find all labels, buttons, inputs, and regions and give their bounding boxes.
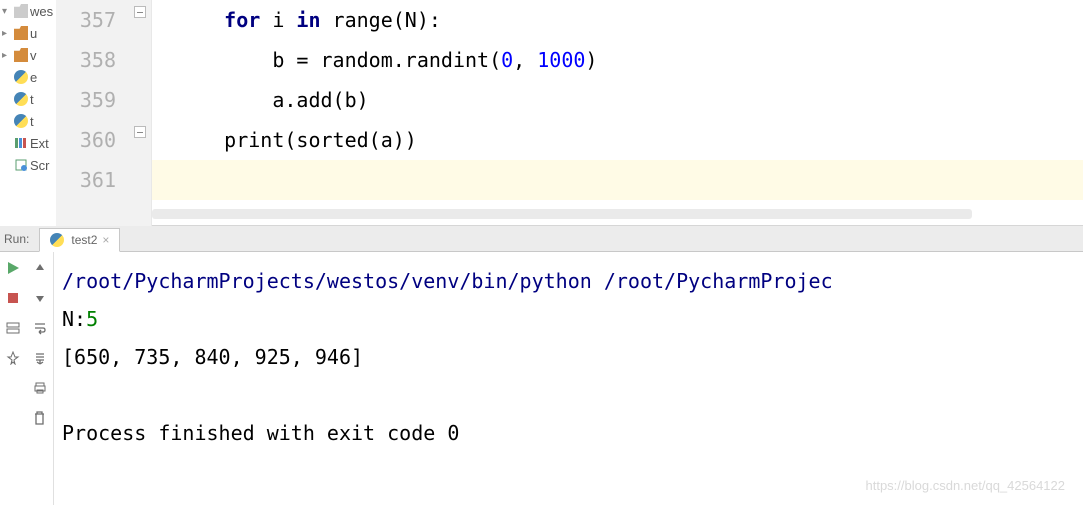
line-gutter: 357358359360361: [56, 0, 130, 226]
console-line: N:5: [62, 300, 1083, 338]
project-tree-item[interactable]: ▸u: [0, 22, 56, 44]
project-tree-item[interactable]: ▾ wes: [0, 0, 56, 22]
line-number: 359: [56, 80, 116, 120]
layout-button[interactable]: [3, 318, 23, 338]
line-number: 357: [56, 0, 116, 40]
code-line[interactable]: for i in range(N):: [152, 0, 1083, 40]
fold-marker-icon[interactable]: [134, 6, 146, 18]
python-file-icon: [14, 92, 28, 106]
tree-item-label: u: [30, 26, 37, 41]
scratches-icon: [14, 158, 28, 172]
libraries-icon: [14, 136, 28, 150]
python-file-icon: [14, 70, 28, 84]
horizontal-scrollbar[interactable]: [152, 209, 972, 219]
line-number: 361: [56, 160, 116, 200]
run-tab[interactable]: test2 ×: [39, 228, 120, 252]
down-button[interactable]: [30, 288, 50, 308]
fold-marker-icon[interactable]: [134, 126, 146, 138]
close-icon[interactable]: ×: [102, 233, 109, 247]
code-area[interactable]: for i in range(N): b = random.randint(0,…: [152, 0, 1083, 226]
tree-arrow-icon: ▸: [2, 28, 12, 39]
console-line: /root/PycharmProjects/westos/venv/bin/py…: [62, 262, 1083, 300]
run-toolbar: [0, 252, 54, 505]
project-tree-item[interactable]: t: [0, 110, 56, 132]
code-line[interactable]: [152, 160, 1083, 200]
soft-wrap-button[interactable]: [30, 318, 50, 338]
print-button[interactable]: [30, 378, 50, 398]
tree-item-label: t: [30, 114, 34, 129]
tree-item-label: t: [30, 92, 34, 107]
folder-icon: [14, 4, 28, 18]
scroll-to-end-button[interactable]: [30, 348, 50, 368]
tree-item-label: wes: [30, 4, 53, 19]
project-tree-item[interactable]: t: [0, 88, 56, 110]
tree-item-label: Ext: [30, 136, 49, 151]
trash-button[interactable]: [30, 408, 50, 428]
up-button[interactable]: [30, 258, 50, 278]
tree-item-label: v: [30, 48, 37, 63]
line-number: 360: [56, 120, 116, 160]
folder-icon: [14, 26, 28, 40]
console-output[interactable]: /root/PycharmProjects/westos/venv/bin/py…: [54, 252, 1083, 505]
line-number: 358: [56, 40, 116, 80]
console-line: [62, 376, 1083, 414]
run-tab-title: test2: [71, 233, 97, 247]
tree-item-label: Scr: [30, 158, 50, 173]
folder-icon: [14, 48, 28, 62]
tree-arrow-icon: ▸: [2, 50, 12, 61]
python-file-icon: [14, 114, 28, 128]
tree-arrow-icon: ▾: [2, 6, 12, 17]
python-file-icon: [50, 233, 64, 247]
stop-button[interactable]: [3, 288, 23, 308]
code-line[interactable]: print(sorted(a)): [152, 120, 1083, 160]
run-console-pane: /root/PycharmProjects/westos/venv/bin/py…: [0, 252, 1083, 505]
console-line: Process finished with exit code 0: [62, 414, 1083, 452]
run-label: Run:: [0, 232, 39, 246]
console-line: [650, 735, 840, 925, 946]: [62, 338, 1083, 376]
tree-item-label: e: [30, 70, 37, 85]
fold-column: [130, 0, 152, 226]
code-line[interactable]: b = random.randint(0, 1000): [152, 40, 1083, 80]
run-tool-header: Run: test2 ×: [0, 226, 1083, 252]
pin-button[interactable]: [3, 348, 23, 368]
project-tree-item[interactable]: Ext: [0, 132, 56, 154]
editor-pane: ▾wes▸u▸vettExtScr 357358359360361 for i …: [0, 0, 1083, 226]
rerun-button[interactable]: [3, 258, 23, 278]
project-tree[interactable]: ▾wes▸u▸vettExtScr: [0, 0, 56, 226]
project-tree-item[interactable]: ▸v: [0, 44, 56, 66]
code-line[interactable]: a.add(b): [152, 80, 1083, 120]
project-tree-item[interactable]: e: [0, 66, 56, 88]
project-tree-item[interactable]: Scr: [0, 154, 56, 176]
